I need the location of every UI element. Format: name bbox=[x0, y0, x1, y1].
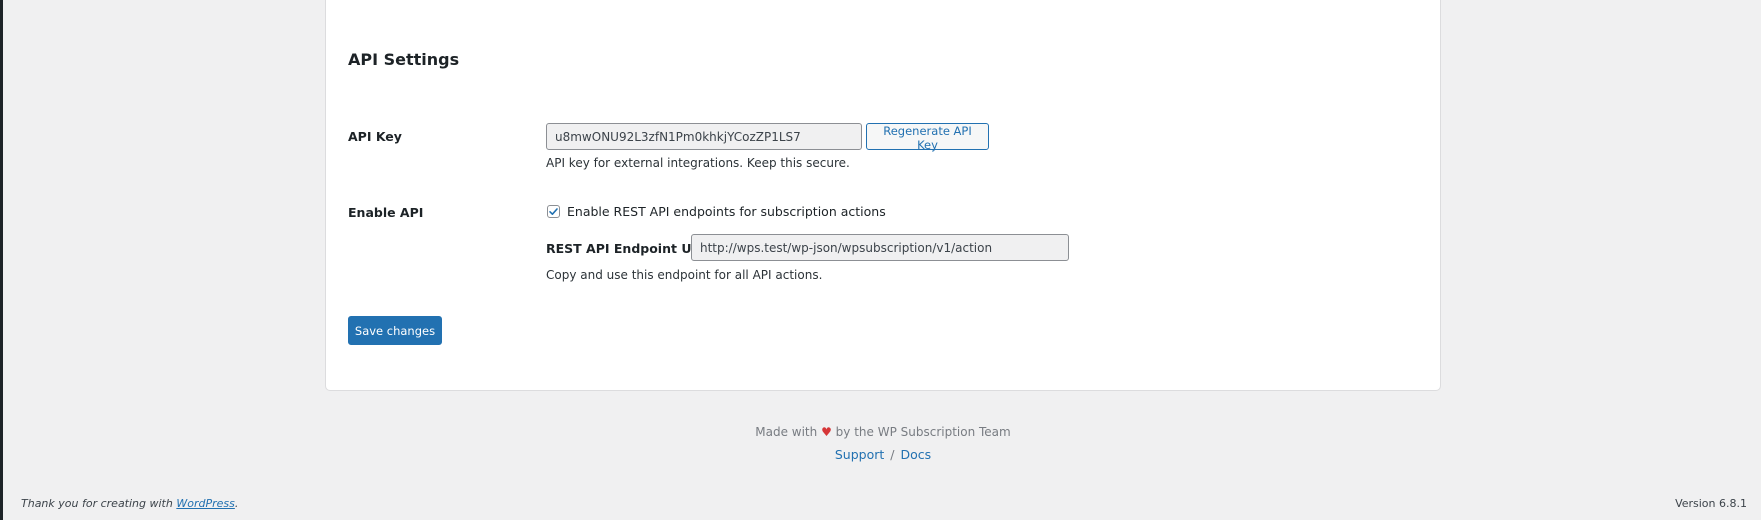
wp-version: Version 6.8.1 bbox=[1675, 497, 1747, 510]
save-changes-button[interactable]: Save changes bbox=[348, 316, 442, 345]
checkmark-icon bbox=[549, 208, 558, 215]
link-separator: / bbox=[890, 447, 895, 462]
made-with-text: Made with ♥ by the WP Subscription Team bbox=[755, 425, 1011, 439]
api-key-description: API key for external integrations. Keep … bbox=[546, 156, 850, 170]
admin-menu-edge bbox=[0, 0, 3, 520]
wordpress-link[interactable]: WordPress bbox=[176, 497, 235, 510]
docs-link[interactable]: Docs bbox=[900, 447, 931, 462]
endpoint-url-field[interactable] bbox=[691, 234, 1069, 261]
api-key-field[interactable] bbox=[546, 123, 862, 150]
settings-card bbox=[325, 0, 1441, 391]
wp-footer-thanks: Thank you for creating with WordPress. bbox=[21, 497, 239, 510]
endpoint-url-label: REST API Endpoint URL: bbox=[546, 241, 715, 256]
enable-api-label: Enable API bbox=[348, 205, 424, 220]
enable-api-checkbox[interactable] bbox=[547, 205, 560, 218]
api-key-label: API Key bbox=[348, 129, 402, 144]
enable-api-checkbox-label: Enable REST API endpoints for subscripti… bbox=[567, 204, 886, 219]
support-link[interactable]: Support bbox=[835, 447, 884, 462]
regenerate-api-key-button[interactable]: Regenerate API Key bbox=[866, 123, 989, 152]
footer-links: Support / Docs bbox=[0, 447, 1761, 462]
heart-icon: ♥ bbox=[821, 425, 832, 439]
endpoint-description: Copy and use this endpoint for all API a… bbox=[546, 268, 823, 282]
section-title: API Settings bbox=[348, 50, 460, 69]
